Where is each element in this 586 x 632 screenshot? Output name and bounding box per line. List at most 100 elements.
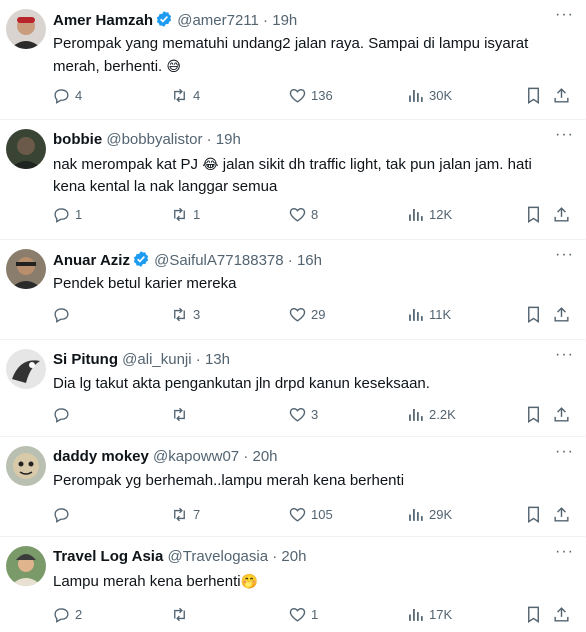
avatar[interactable] (6, 129, 46, 169)
avatar[interactable] (6, 446, 46, 486)
retweet-button[interactable] (170, 403, 193, 425)
display-name[interactable]: Amer Hamzah (53, 12, 153, 29)
like-count: 136 (311, 87, 333, 103)
views-icon (409, 89, 423, 102)
tweet[interactable]: Anuar Aziz @SaifulA77188378 · 16h ··· Pe… (0, 240, 586, 340)
views-icon (409, 408, 423, 421)
retweet-button[interactable]: 3 (170, 303, 200, 325)
reply-icon (54, 207, 69, 223)
timestamp[interactable]: 16h (297, 252, 322, 269)
like-button[interactable]: 8 (288, 203, 318, 225)
like-button[interactable]: 136 (288, 84, 333, 106)
reply-button[interactable]: 1 (52, 203, 82, 225)
views-button[interactable]: 17K (406, 603, 452, 625)
separator-dot: · (202, 131, 216, 148)
views-button[interactable]: 12K (406, 203, 452, 225)
views-icon (409, 508, 423, 521)
view-count: 17K (429, 606, 453, 622)
tweet-text: Lampu merah kena berhenti🤭 (53, 573, 259, 590)
retweet-button[interactable]: 4 (170, 84, 200, 106)
bookmark-button[interactable] (524, 603, 547, 625)
tweet[interactable]: Travel Log Asia @Travelogasia · 20h ··· … (0, 537, 586, 632)
like-button[interactable]: 1 (288, 603, 318, 625)
avatar[interactable] (6, 249, 46, 289)
verified-badge-icon (155, 10, 173, 34)
sweat-smile-emoji: 😅 (166, 58, 182, 74)
display-name[interactable]: Si Pitung (53, 351, 118, 368)
timestamp[interactable]: 20h (253, 448, 278, 465)
reply-count: 4 (75, 87, 83, 103)
views-icon (409, 608, 423, 621)
more-options-icon[interactable]: ··· (555, 7, 574, 23)
retweet-icon (174, 607, 185, 621)
tweet[interactable]: Si Pitung @ali_kunji · 13h ··· Dia lg ta… (0, 340, 586, 437)
more-options-icon[interactable]: ··· (555, 444, 574, 460)
reply-count: 2 (75, 606, 83, 622)
display-name[interactable]: Travel Log Asia (53, 548, 163, 565)
timestamp[interactable]: 20h (281, 548, 306, 565)
retweet-count: 1 (193, 206, 201, 222)
avatar[interactable] (6, 9, 46, 49)
tweet[interactable]: daddy mokey @kapoww07 · 20h ··· Perompak… (0, 437, 586, 537)
handle[interactable]: @SaifulA77188378 (154, 252, 284, 269)
share-button[interactable] (552, 303, 575, 325)
share-button[interactable] (552, 603, 575, 625)
heart-icon (289, 88, 306, 103)
bookmark-icon (528, 606, 539, 623)
more-options-icon[interactable]: ··· (555, 127, 574, 143)
tweet[interactable]: Amer Hamzah @amer7211 · 19h ··· Perompak… (0, 0, 586, 120)
more-options-icon[interactable]: ··· (555, 544, 574, 560)
handle[interactable]: @ali_kunji (122, 351, 191, 368)
reply-button[interactable]: 2 (52, 603, 82, 625)
handle[interactable]: @kapoww07 (153, 448, 239, 465)
timestamp[interactable]: 19h (216, 131, 241, 148)
retweet-icon (174, 207, 185, 221)
share-button[interactable] (552, 403, 575, 425)
reply-button[interactable] (52, 503, 75, 525)
more-options-icon[interactable]: ··· (555, 247, 574, 263)
share-icon (554, 506, 569, 522)
more-options-icon[interactable]: ··· (555, 347, 574, 363)
tweet[interactable]: bobbie @bobbyalistor · 19h ··· nak merom… (0, 120, 586, 240)
reply-button[interactable]: 4 (52, 84, 82, 106)
separator-dot: · (239, 448, 253, 465)
retweet-button[interactable]: 7 (170, 503, 200, 525)
timestamp[interactable]: 13h (205, 351, 230, 368)
views-button[interactable]: 11K (406, 303, 451, 325)
like-button[interactable]: 105 (288, 503, 333, 525)
bookmark-button[interactable] (524, 84, 547, 106)
handle[interactable]: @bobbyalistor (106, 131, 202, 148)
reply-button[interactable] (52, 303, 75, 325)
views-button[interactable]: 30K (406, 84, 452, 106)
avatar[interactable] (6, 349, 46, 389)
bookmark-button[interactable] (524, 503, 547, 525)
share-button[interactable] (552, 203, 575, 225)
share-button[interactable] (552, 503, 575, 525)
like-button[interactable]: 29 (288, 303, 325, 325)
views-button[interactable]: 2.2K (406, 403, 456, 425)
timestamp[interactable]: 19h (272, 12, 297, 29)
share-button[interactable] (552, 84, 575, 106)
retweet-button[interactable]: 1 (170, 203, 200, 225)
share-icon (554, 306, 569, 322)
retweet-icon (174, 507, 185, 521)
bookmark-button[interactable] (524, 203, 547, 225)
bookmark-button[interactable] (524, 303, 547, 325)
heart-icon (289, 307, 306, 322)
retweet-icon (174, 407, 185, 421)
tweet-text: Pendek betul karier mereka (53, 275, 237, 292)
handle[interactable]: @amer7211 (177, 12, 259, 29)
reply-button[interactable] (52, 403, 75, 425)
bookmark-icon (528, 406, 539, 423)
display-name[interactable]: daddy mokey (53, 448, 149, 465)
display-name[interactable]: Anuar Aziz (53, 252, 130, 269)
retweet-button[interactable] (170, 603, 193, 625)
hand-over-mouth-emoji: 🤭 (240, 573, 259, 589)
views-button[interactable]: 29K (406, 503, 452, 525)
heart-icon (289, 507, 306, 522)
bookmark-button[interactable] (524, 403, 547, 425)
like-button[interactable]: 3 (288, 403, 318, 425)
handle[interactable]: @Travelogasia (168, 548, 269, 565)
display-name[interactable]: bobbie (53, 131, 102, 148)
avatar[interactable] (6, 546, 46, 586)
